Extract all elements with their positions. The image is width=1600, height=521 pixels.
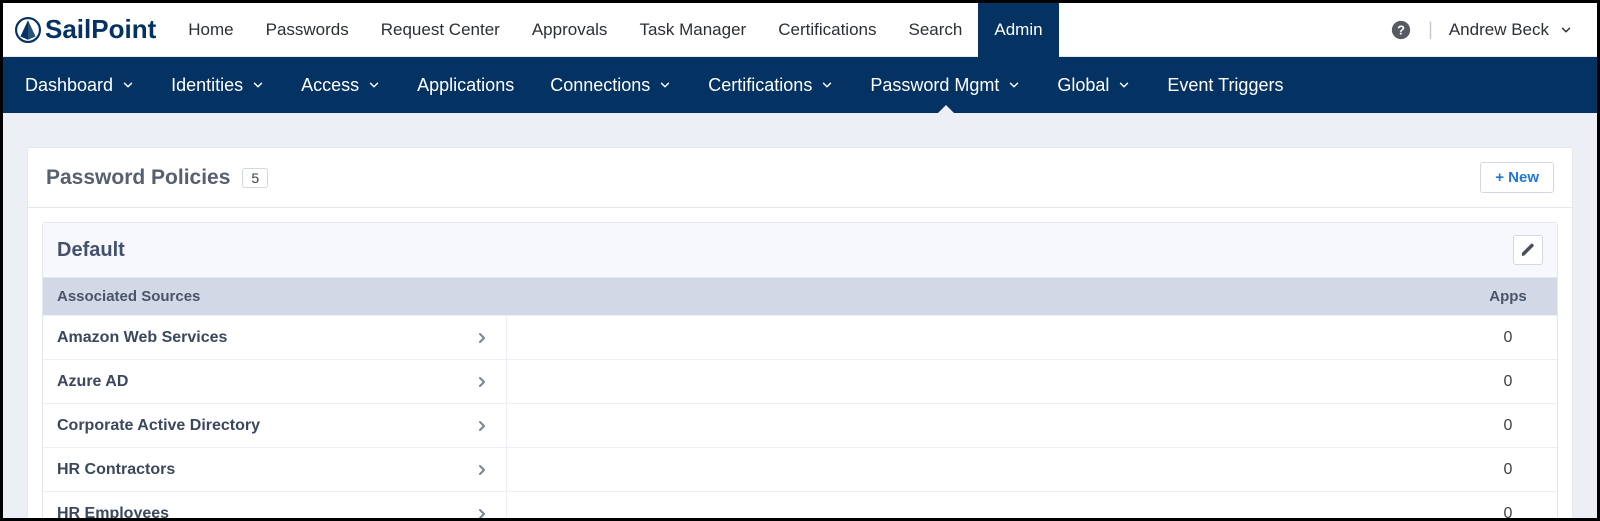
chevron-down-icon	[121, 78, 135, 92]
col-header-apps: Apps	[1473, 288, 1543, 305]
apps-count: 0	[1473, 461, 1543, 479]
topnav-passwords[interactable]: Passwords	[250, 3, 365, 57]
top-nav-items: Home Passwords Request Center Approvals …	[172, 3, 1058, 57]
subnav-label: Connections	[550, 75, 650, 96]
topnav-label: Admin	[994, 20, 1042, 40]
source-name: Corporate Active Directory	[57, 417, 260, 435]
table-row: Azure AD 0	[43, 359, 1557, 403]
subnav-label: Password Mgmt	[870, 75, 999, 96]
new-policy-button[interactable]: + New	[1480, 162, 1554, 193]
table-row: Corporate Active Directory 0	[43, 403, 1557, 447]
apps-count: 0	[1473, 417, 1543, 435]
table-header: Associated Sources Apps	[43, 278, 1557, 315]
chevron-down-icon	[658, 78, 672, 92]
svg-text:?: ?	[1397, 22, 1405, 37]
topnav-right: ? | Andrew Beck	[1390, 19, 1597, 41]
apps-count: 0	[1473, 373, 1543, 391]
source-name: Azure AD	[57, 373, 128, 391]
divider: |	[1428, 19, 1433, 40]
subnav-label: Access	[301, 75, 359, 96]
user-menu[interactable]: Andrew Beck	[1449, 20, 1573, 40]
source-cell[interactable]: Azure AD	[57, 360, 507, 403]
topnav-label: Search	[908, 20, 962, 40]
topnav-request-center[interactable]: Request Center	[365, 3, 516, 57]
table-row: HR Employees 0	[43, 491, 1557, 518]
topnav-approvals[interactable]: Approvals	[516, 3, 624, 57]
chevron-right-icon	[474, 418, 490, 434]
user-name: Andrew Beck	[1449, 20, 1549, 40]
panel-header: Password Policies 5 + New	[28, 148, 1572, 208]
chevron-down-icon	[1007, 78, 1021, 92]
topnav-label: Task Manager	[639, 20, 746, 40]
chevron-right-icon	[474, 506, 490, 519]
subnav-label: Dashboard	[25, 75, 113, 96]
source-name: Amazon Web Services	[57, 329, 227, 347]
topnav-search[interactable]: Search	[892, 3, 978, 57]
admin-subnav: Dashboard Identities Access Applications…	[3, 57, 1597, 113]
subnav-label: Certifications	[708, 75, 812, 96]
chevron-down-icon	[1559, 23, 1573, 37]
chevron-down-icon	[251, 78, 265, 92]
policy-name: Default	[57, 239, 125, 262]
chevron-down-icon	[820, 78, 834, 92]
edit-policy-button[interactable]	[1513, 235, 1543, 265]
chevron-right-icon	[474, 462, 490, 478]
subnav-dashboard[interactable]: Dashboard	[7, 57, 153, 113]
subnav-password-mgmt[interactable]: Password Mgmt	[852, 57, 1039, 113]
topnav-label: Home	[188, 20, 233, 40]
source-cell[interactable]: HR Contractors	[57, 448, 507, 491]
apps-count: 0	[1473, 329, 1543, 347]
chevron-right-icon	[474, 374, 490, 390]
subnav-label: Event Triggers	[1167, 75, 1283, 96]
brand-logo[interactable]: SailPoint	[3, 14, 172, 45]
source-cell[interactable]: Amazon Web Services	[57, 316, 507, 359]
apps-count: 0	[1473, 505, 1543, 519]
table-row: Amazon Web Services 0	[43, 315, 1557, 359]
topnav-label: Request Center	[381, 20, 500, 40]
topnav-label: Certifications	[778, 20, 876, 40]
table-row: HR Contractors 0	[43, 447, 1557, 491]
subnav-identities[interactable]: Identities	[153, 57, 283, 113]
topnav-home[interactable]: Home	[172, 3, 249, 57]
subnav-label: Applications	[417, 75, 514, 96]
sailpoint-logo-icon	[15, 17, 41, 43]
source-name: HR Employees	[57, 505, 169, 519]
subnav-certifications[interactable]: Certifications	[690, 57, 852, 113]
topnav-task-manager[interactable]: Task Manager	[623, 3, 762, 57]
pencil-icon	[1520, 242, 1536, 258]
top-nav: SailPoint Home Passwords Request Center …	[3, 3, 1597, 57]
chevron-right-icon	[474, 330, 490, 346]
topnav-certifications[interactable]: Certifications	[762, 3, 892, 57]
policy-count-badge: 5	[242, 168, 268, 188]
topnav-label: Passwords	[266, 20, 349, 40]
subnav-applications[interactable]: Applications	[399, 57, 532, 113]
subnav-event-triggers[interactable]: Event Triggers	[1149, 57, 1301, 113]
topnav-admin[interactable]: Admin	[978, 3, 1058, 57]
help-icon[interactable]: ?	[1390, 19, 1412, 41]
subnav-label: Global	[1057, 75, 1109, 96]
policy-card-header: Default	[43, 223, 1557, 278]
password-policies-panel: Password Policies 5 + New Default Associ…	[27, 147, 1573, 518]
subnav-label: Identities	[171, 75, 243, 96]
subnav-global[interactable]: Global	[1039, 57, 1149, 113]
source-cell[interactable]: HR Employees	[57, 492, 507, 518]
source-name: HR Contractors	[57, 461, 175, 479]
source-cell[interactable]: Corporate Active Directory	[57, 404, 507, 447]
chevron-down-icon	[1117, 78, 1131, 92]
subnav-access[interactable]: Access	[283, 57, 399, 113]
col-header-sources: Associated Sources	[57, 288, 507, 305]
topnav-label: Approvals	[532, 20, 608, 40]
subnav-connections[interactable]: Connections	[532, 57, 690, 113]
brand-name: SailPoint	[45, 14, 156, 45]
page-title: Password Policies	[46, 166, 230, 190]
content-area: Password Policies 5 + New Default Associ…	[3, 113, 1597, 518]
policy-card-default: Default Associated Sources Apps Amazon W…	[42, 222, 1558, 518]
chevron-down-icon	[367, 78, 381, 92]
